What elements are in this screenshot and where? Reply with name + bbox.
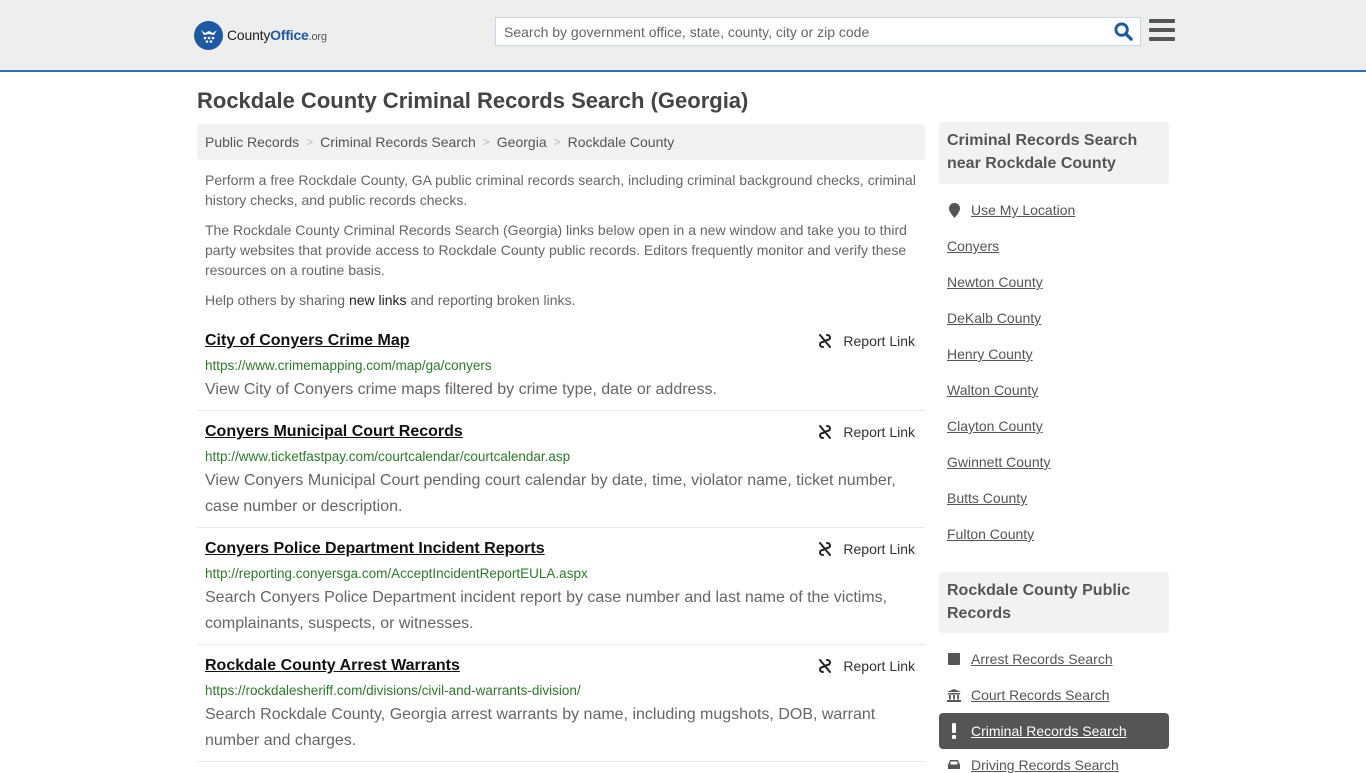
car-icon [947, 759, 961, 771]
listing-item: Conyers Municipal Court Records Report L… [197, 418, 925, 528]
broken-link-icon [819, 425, 832, 439]
listing-url: http://reporting.conyersga.com/AcceptInc… [205, 566, 588, 581]
breadcrumb-rockdale-county[interactable]: Rockdale County [568, 134, 675, 150]
breadcrumb-criminal-records-search[interactable]: Criminal Records Search [320, 134, 476, 150]
breadcrumb-separator: > [553, 135, 561, 149]
nearby-link-dekalb-county[interactable]: DeKalb County [947, 310, 1041, 326]
page-title: Rockdale County Criminal Records Search … [197, 88, 749, 113]
map-pin-icon [947, 202, 961, 218]
intro-paragraph-3: Help others by sharing new links and rep… [205, 292, 576, 308]
listing-item: Rockdale County Arrest Warrants Report L… [197, 652, 925, 762]
breadcrumb-public-records[interactable]: Public Records [205, 134, 299, 150]
nearby-link-henry-county[interactable]: Henry County [947, 346, 1033, 362]
nearby-link-clayton-county[interactable]: Clayton County [947, 418, 1043, 434]
nearby-link-walton-county[interactable]: Walton County [947, 382, 1038, 398]
listing-url: https://rockdalesheriff.com/divisions/ci… [205, 683, 581, 698]
broken-link-icon [819, 542, 832, 556]
report-link-button[interactable]: Report Link [817, 424, 915, 440]
nearby-link-gwinnett-county[interactable]: Gwinnett County [947, 454, 1051, 470]
listing-description: View Conyers Municipal Court pending cou… [205, 472, 896, 515]
breadcrumb-georgia[interactable]: Georgia [497, 134, 547, 150]
new-links-link[interactable]: new links [349, 292, 407, 308]
courthouse-icon [947, 688, 961, 702]
sidebar-item-criminal-records[interactable]: Criminal Records Search [947, 723, 1127, 739]
sidebar-item-driving-records[interactable]: Driving Records Search [947, 757, 1119, 773]
intro-paragraph-1: Perform a free Rockdale County, GA publi… [205, 172, 916, 208]
search-icon [1113, 22, 1133, 41]
logo-text: CountyOffice.org [227, 27, 327, 43]
report-link-button[interactable]: Report Link [817, 541, 915, 557]
site-logo[interactable]: CountyOffice.org [194, 20, 327, 50]
use-my-location-link[interactable]: Use My Location [947, 202, 1075, 218]
search-box [495, 17, 1141, 46]
listing-url: https://www.crimemapping.com/map/ga/cony… [205, 358, 492, 373]
top-bar: CountyOffice.org [0, 0, 1366, 72]
breadcrumb-separator: > [306, 135, 314, 149]
nearby-link-fulton-county[interactable]: Fulton County [947, 526, 1034, 542]
listing-description: Search Rockdale County, Georgia arrest w… [205, 706, 876, 749]
listing-title-link[interactable]: City of Conyers Crime Map [205, 332, 409, 350]
listing-title-link[interactable]: Rockdale County Arrest Warrants [205, 657, 460, 675]
square-icon [947, 653, 961, 665]
listing-item: Conyers Police Department Incident Repor… [197, 535, 925, 645]
listing-title-link[interactable]: Conyers Police Department Incident Repor… [205, 540, 545, 558]
sidebar-item-arrest-records[interactable]: Arrest Records Search [947, 651, 1113, 667]
search-button[interactable] [1106, 18, 1140, 45]
sidebar-item-court-records[interactable]: Court Records Search [947, 687, 1110, 703]
listing-url: http://www.ticketfastpay.com/courtcalend… [205, 449, 571, 464]
nearby-heading: Criminal Records Search near Rockdale Co… [939, 122, 1169, 184]
listing-description: Search Conyers Police Department inciden… [205, 589, 888, 632]
listing-title-link[interactable]: Conyers Municipal Court Records [205, 423, 463, 441]
breadcrumb-separator: > [482, 135, 490, 149]
exclamation-icon [947, 723, 961, 739]
intro-paragraph-2: The Rockdale County Criminal Records Sea… [205, 222, 907, 278]
report-link-button[interactable]: Report Link [817, 333, 915, 349]
nearby-link-newton-county[interactable]: Newton County [947, 274, 1043, 290]
listing-description: View City of Conyers crime maps filtered… [205, 381, 717, 398]
broken-link-icon [819, 334, 832, 348]
eagle-stars-icon [194, 20, 223, 50]
listing-item: City of Conyers Crime Map Report Link ht… [197, 327, 925, 411]
search-input[interactable] [496, 18, 1106, 45]
breadcrumb: Public Records > Criminal Records Search… [197, 124, 925, 160]
nearby-link-conyers[interactable]: Conyers [947, 238, 999, 254]
nearby-link-butts-county[interactable]: Butts County [947, 490, 1027, 506]
report-link-button[interactable]: Report Link [817, 658, 915, 674]
broken-link-icon [819, 659, 832, 673]
hamburger-menu-icon[interactable] [1149, 19, 1175, 41]
public-records-heading: Rockdale County Public Records [939, 572, 1169, 633]
